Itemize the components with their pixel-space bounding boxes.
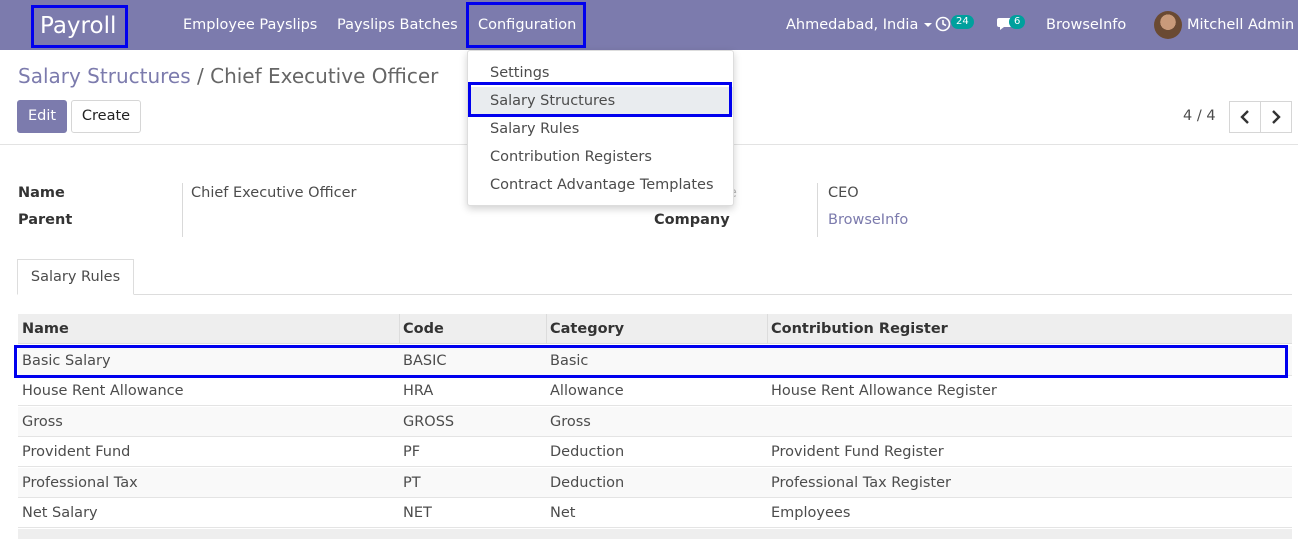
- table-row[interactable]: Gross GROSS Gross: [18, 407, 1292, 437]
- salary-structures-highlight: [468, 82, 732, 117]
- cell-category: Gross: [550, 414, 591, 430]
- create-button[interactable]: Create: [71, 100, 141, 133]
- table-footer: [18, 529, 1292, 539]
- cell-code: GROSS: [403, 414, 455, 430]
- cell-category: Deduction: [550, 444, 625, 460]
- company-value-link[interactable]: BrowseInfo: [828, 212, 908, 228]
- user-avatar[interactable]: [1154, 11, 1182, 39]
- breadcrumb: Salary Structures / Chief Executive Offi…: [18, 64, 438, 88]
- table-row[interactable]: Net Salary NET Net Employees: [18, 498, 1292, 528]
- cell-category: Net: [550, 505, 576, 521]
- app-brand-payroll[interactable]: Payroll: [31, 5, 128, 48]
- cell-register: House Rent Allowance Register: [771, 383, 997, 399]
- reference-value[interactable]: CEO: [828, 185, 859, 201]
- table-row[interactable]: House Rent Allowance HRA Allowance House…: [18, 376, 1292, 406]
- cell-register: Professional Tax Register: [771, 475, 951, 491]
- chevron-right-icon: [1272, 110, 1281, 124]
- column-header-contribution-register[interactable]: Contribution Register: [771, 314, 948, 344]
- breadcrumb-separator: /: [197, 64, 204, 88]
- cell-code: PF: [403, 444, 421, 460]
- cell-name: House Rent Allowance: [22, 383, 184, 399]
- browseinfo-link[interactable]: BrowseInfo: [1046, 0, 1126, 50]
- caret-down-icon: [924, 23, 933, 27]
- configuration-highlight: [466, 2, 586, 48]
- column-separator: [767, 314, 768, 344]
- company-label: Company: [654, 212, 730, 228]
- label-divider: [182, 183, 183, 237]
- cell-name: Net Salary: [22, 505, 98, 521]
- column-header-category[interactable]: Category: [550, 314, 624, 344]
- top-navbar: Payroll Employee Payslips Payslips Batch…: [0, 0, 1298, 50]
- pager-next-button[interactable]: [1260, 101, 1292, 133]
- cell-name: Professional Tax: [22, 475, 138, 491]
- cell-name: Gross: [22, 414, 63, 430]
- configuration-dropdown: Settings Salary Structures Salary Rules …: [467, 50, 734, 206]
- label-divider-right: [817, 183, 818, 237]
- name-label: Name: [18, 185, 65, 201]
- cell-code: NET: [403, 505, 432, 521]
- cell-code: PT: [403, 475, 421, 491]
- user-menu-name[interactable]: Mitchell Admin: [1187, 0, 1294, 50]
- dropdown-item-contribution-registers[interactable]: Contribution Registers: [468, 143, 733, 171]
- tab-salary-rules[interactable]: Salary Rules: [17, 259, 134, 295]
- basic-salary-row-highlight: [14, 345, 1288, 378]
- table-header: Name Code Category Contribution Register: [18, 314, 1292, 344]
- cell-category: Deduction: [550, 475, 625, 491]
- edit-button[interactable]: Edit: [17, 100, 67, 133]
- dropdown-item-salary-rules[interactable]: Salary Rules: [468, 115, 733, 143]
- messages-count-badge: 6: [1009, 15, 1026, 29]
- menu-payslips-batches[interactable]: Payslips Batches: [337, 0, 458, 50]
- dropdown-item-contract-advantage-templates[interactable]: Contract Advantage Templates: [468, 171, 733, 199]
- column-header-name[interactable]: Name: [22, 314, 69, 344]
- parent-label: Parent: [18, 212, 73, 228]
- tab-strip-line: [17, 294, 1292, 295]
- column-header-code[interactable]: Code: [403, 314, 444, 344]
- breadcrumb-current: Chief Executive Officer: [210, 64, 439, 88]
- cell-name: Provident Fund: [22, 444, 131, 460]
- name-value[interactable]: Chief Executive Officer: [191, 185, 356, 201]
- menu-employee-payslips[interactable]: Employee Payslips: [183, 0, 317, 50]
- activity-count-badge: 24: [951, 15, 974, 29]
- company-switcher[interactable]: Ahmedabad, India: [786, 0, 933, 50]
- column-separator: [546, 314, 547, 344]
- pager-previous-button[interactable]: [1229, 101, 1261, 133]
- table-row[interactable]: Professional Tax PT Deduction Profession…: [18, 468, 1292, 498]
- cell-register: Provident Fund Register: [771, 444, 944, 460]
- company-name: Ahmedabad, India: [786, 17, 919, 33]
- activity-clock-icon[interactable]: [935, 16, 951, 32]
- pager-value[interactable]: 4 / 4: [1183, 108, 1216, 124]
- cell-register: Employees: [771, 505, 851, 521]
- column-separator: [399, 314, 400, 344]
- cell-category: Allowance: [550, 383, 624, 399]
- chevron-left-icon: [1240, 110, 1249, 124]
- breadcrumb-salary-structures[interactable]: Salary Structures: [18, 64, 191, 88]
- table-row[interactable]: Provident Fund PF Deduction Provident Fu…: [18, 437, 1292, 467]
- cell-code: HRA: [403, 383, 434, 399]
